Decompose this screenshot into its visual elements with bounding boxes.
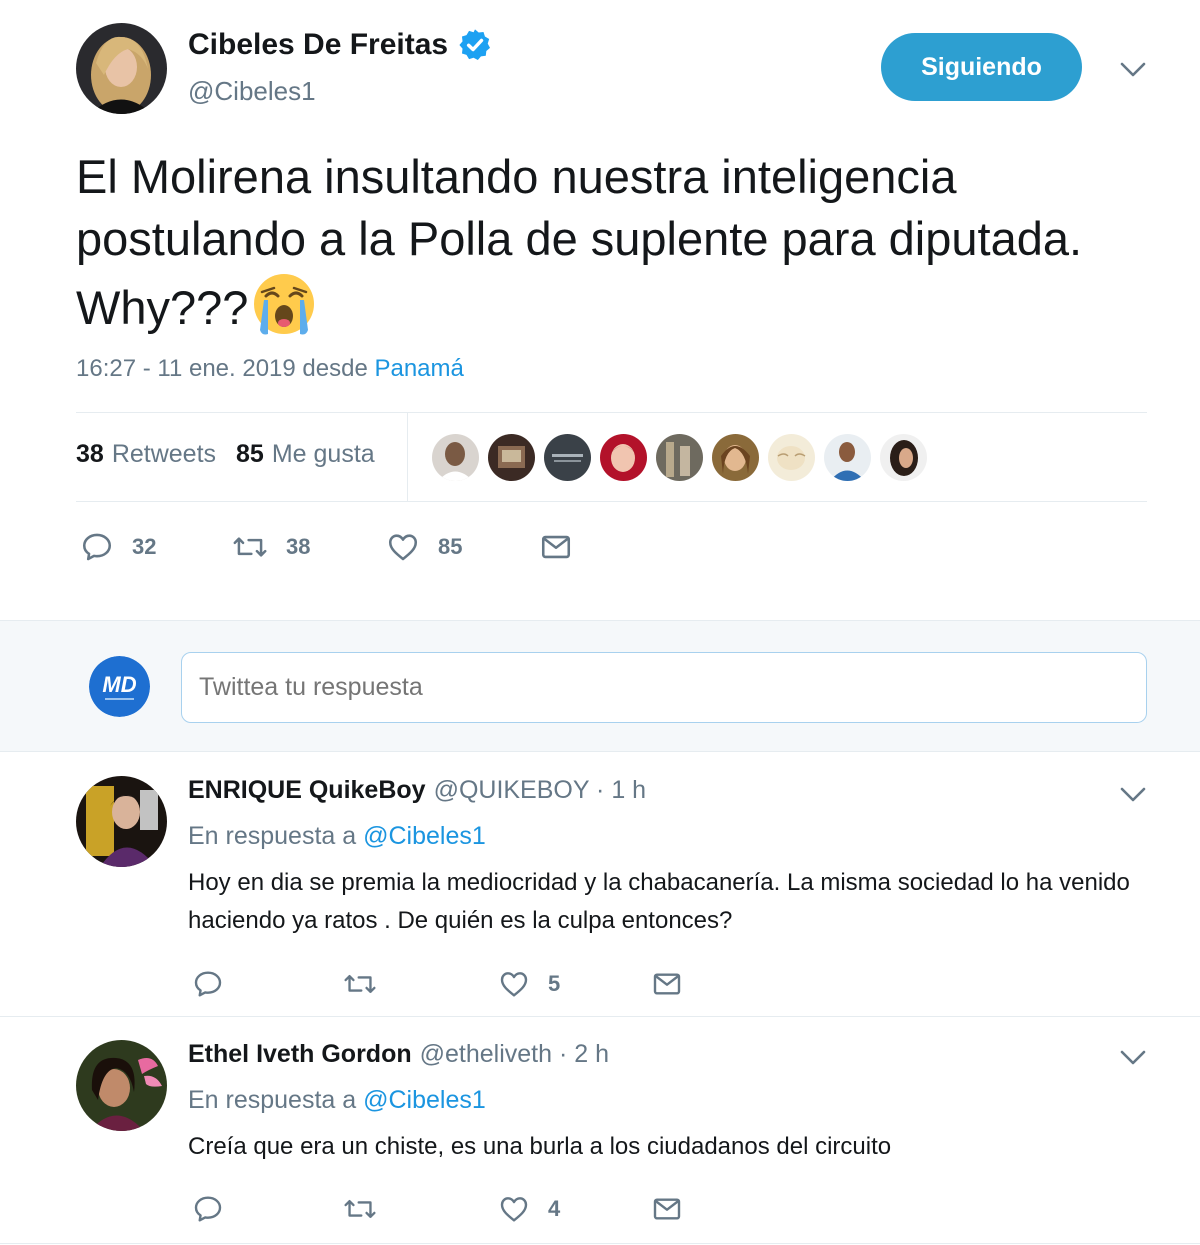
tweet-text: El Molirena insultando nuestra inteligen… xyxy=(76,146,1136,339)
retweets-label: Retweets xyxy=(111,440,217,468)
chevron-down-icon[interactable] xyxy=(1119,61,1147,79)
retweet-action[interactable]: 38 xyxy=(232,530,310,564)
divider xyxy=(76,412,1147,413)
following-button[interactable]: Siguiendo xyxy=(881,33,1082,101)
reply-count: 32 xyxy=(132,534,157,559)
reply-author-name[interactable]: ENRIQUE QuikeBoy xyxy=(188,776,426,804)
reply-author-handle[interactable]: @QUIKEBOY xyxy=(434,776,590,804)
mention-link[interactable]: @Cibeles1 xyxy=(363,822,486,850)
reply-author-handle[interactable]: @etheliveth xyxy=(420,1040,552,1068)
author-name-text[interactable]: Cibeles De Freitas xyxy=(188,28,448,62)
liker-avatar[interactable] xyxy=(432,434,479,481)
envelope-icon xyxy=(653,1198,681,1220)
heart-icon xyxy=(500,1197,528,1222)
reply-time[interactable]: · 1 h xyxy=(596,776,646,804)
retweet-action[interactable] xyxy=(343,968,377,1000)
reply-text: Hoy en dia se premia la mediocridad y la… xyxy=(188,869,1130,934)
in-reply-to-label: En respuesta a xyxy=(188,1086,357,1114)
liker-avatar[interactable] xyxy=(544,434,591,481)
likes-count: 85 xyxy=(236,440,264,468)
heart-icon xyxy=(500,972,528,997)
reply-tweet[interactable]: Ethel Iveth Gordon @etheliveth · 2 h En r… xyxy=(0,1016,1200,1244)
tweet-timestamp: 16:27 - 11 ene. 2019 desde Panamá xyxy=(76,355,464,383)
reply-input[interactable] xyxy=(181,652,1147,723)
reply-action[interactable] xyxy=(192,1193,224,1225)
in-reply-to: En respuesta a @Cibeles1 xyxy=(188,1086,486,1115)
tweet-stats: 38 Retweets 85 Me gusta xyxy=(76,440,375,469)
tweet-time[interactable]: 16:27 - 11 ene. 2019 desde xyxy=(76,355,368,382)
chevron-down-icon[interactable] xyxy=(1119,786,1147,804)
envelope-icon xyxy=(541,535,571,559)
tweet-place-link[interactable]: Panamá xyxy=(374,355,463,382)
retweet-icon xyxy=(344,974,376,994)
liker-avatar[interactable] xyxy=(880,434,927,481)
liker-avatar[interactable] xyxy=(768,434,815,481)
loudly-crying-face-icon xyxy=(250,270,318,338)
like-count: 85 xyxy=(438,534,463,559)
author-name[interactable]: Cibeles De Freitas xyxy=(188,28,492,62)
verified-badge-icon xyxy=(458,28,492,62)
author-avatar[interactable] xyxy=(76,23,167,114)
liker-avatar[interactable] xyxy=(824,434,871,481)
likes-stat[interactable]: 85 Me gusta xyxy=(236,440,375,469)
retweet-icon xyxy=(344,1199,376,1219)
liker-avatar[interactable] xyxy=(712,434,759,481)
direct-message-action[interactable] xyxy=(650,968,684,1000)
reply-author-avatar[interactable] xyxy=(76,1040,167,1131)
tweet-text-content: El Molirena insultando nuestra inteligen… xyxy=(76,150,1083,334)
liker-avatar[interactable] xyxy=(656,434,703,481)
like-action[interactable]: 4 xyxy=(498,1193,560,1225)
reply-tweet[interactable]: ENRIQUE QuikeBoy @QUIKEBOY · 1 h En respu… xyxy=(0,752,1200,1016)
stats-divider xyxy=(407,413,408,501)
reply-icon xyxy=(194,1196,222,1222)
like-count: 4 xyxy=(548,1196,561,1221)
like-count: 5 xyxy=(548,971,561,996)
retweet-icon xyxy=(233,537,267,557)
reply-icon xyxy=(82,533,112,561)
reply-author-avatar[interactable] xyxy=(76,776,167,867)
retweets-stat[interactable]: 38 Retweets xyxy=(76,440,216,469)
reply-time[interactable]: · 2 h xyxy=(559,1040,609,1068)
reply-action[interactable]: 32 xyxy=(80,530,156,564)
envelope-icon xyxy=(653,973,681,995)
direct-message-action[interactable] xyxy=(650,1193,684,1225)
reply-author-name[interactable]: Ethel Iveth Gordon xyxy=(188,1040,412,1068)
liker-avatar[interactable] xyxy=(488,434,535,481)
reply-header: ENRIQUE QuikeBoy @QUIKEBOY · 1 h xyxy=(188,776,646,805)
like-action[interactable]: 85 xyxy=(386,530,462,564)
mention-link[interactable]: @Cibeles1 xyxy=(363,1086,486,1114)
retweet-count: 38 xyxy=(286,534,311,559)
divider xyxy=(76,501,1147,502)
current-user-avatar[interactable]: MD xyxy=(89,656,150,717)
liker-avatar[interactable] xyxy=(600,434,647,481)
likes-label: Me gusta xyxy=(271,440,375,468)
reply-compose-area: MD xyxy=(0,620,1200,752)
heart-icon xyxy=(388,534,418,561)
reply-action[interactable] xyxy=(192,968,224,1000)
chevron-down-icon[interactable] xyxy=(1119,1049,1147,1067)
reply-header: Ethel Iveth Gordon @etheliveth · 2 h xyxy=(188,1040,609,1069)
reply-text: Creía que era un chiste, es una burla a … xyxy=(188,1133,892,1160)
md-logo-text: MD xyxy=(102,672,136,697)
divider xyxy=(0,1243,1200,1244)
liker-avatars xyxy=(432,434,927,481)
direct-message-action[interactable] xyxy=(539,530,573,564)
retweet-action[interactable] xyxy=(343,1193,377,1225)
in-reply-to-label: En respuesta a xyxy=(188,822,357,850)
like-action[interactable]: 5 xyxy=(498,968,560,1000)
reply-icon xyxy=(194,971,222,997)
retweets-count: 38 xyxy=(76,440,104,468)
in-reply-to: En respuesta a @Cibeles1 xyxy=(188,822,486,851)
author-handle[interactable]: @Cibeles1 xyxy=(188,76,316,107)
